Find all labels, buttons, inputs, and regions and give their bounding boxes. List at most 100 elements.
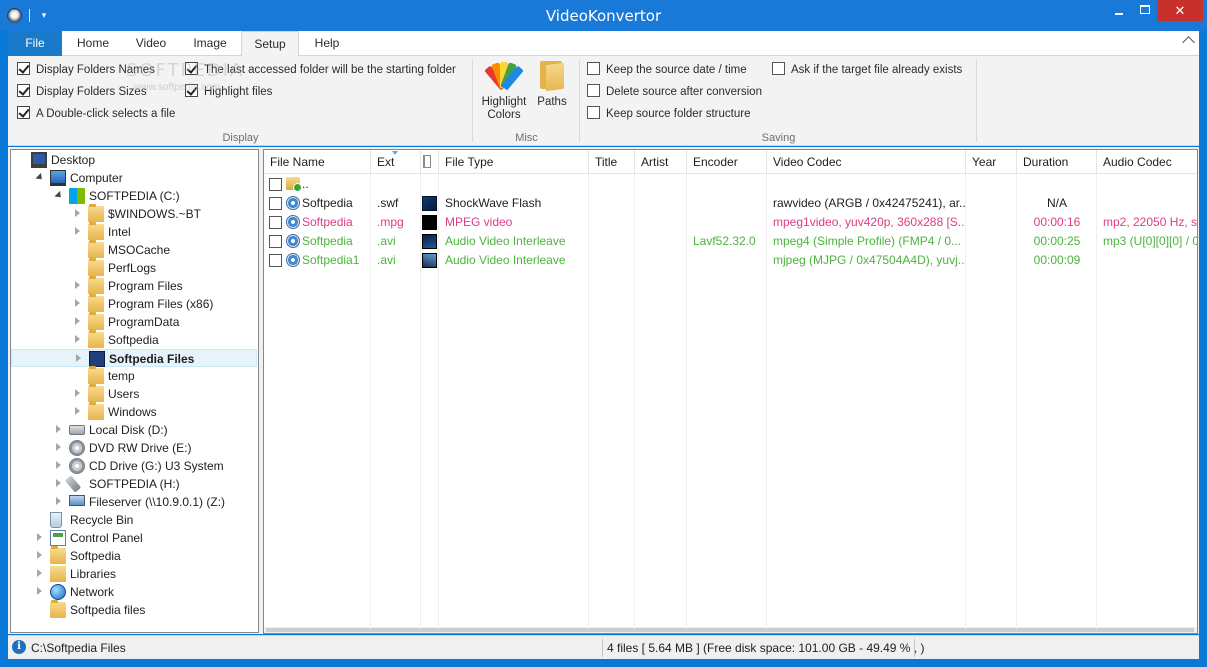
tree-item[interactable]: Softpedia Files xyxy=(11,349,257,367)
keep-source-date-checkbox[interactable]: Keep the source date / time xyxy=(587,62,747,78)
file-row[interactable]: Softpedia .avi Audio Video Interleave Lavf5… xyxy=(264,232,1197,251)
maximize-button[interactable] xyxy=(1132,0,1157,21)
checkbox-box[interactable] xyxy=(17,106,30,120)
ribbon-collapse-icon[interactable] xyxy=(1182,36,1195,49)
tree-item[interactable]: Fileserver (\\10.9.0.1) (Z:) xyxy=(11,493,257,511)
row-checkbox[interactable] xyxy=(269,235,282,248)
file-row[interactable]: Softpedia1 .avi Audio Video Interleave mjpe… xyxy=(264,251,1197,270)
tree-item[interactable]: PerfLogs xyxy=(11,258,257,277)
collapsed-arrow-icon[interactable] xyxy=(36,533,45,542)
parent-folder-row[interactable]: .. xyxy=(264,175,1197,194)
tree-item[interactable]: ProgramData xyxy=(11,312,257,331)
tree-item[interactable]: CD Drive (G:) U3 System xyxy=(11,457,257,475)
collapsed-arrow-icon[interactable] xyxy=(36,569,45,578)
file-list[interactable]: File Name Ext File Type Title Artist Enc… xyxy=(263,149,1198,634)
close-button[interactable]: ✕ xyxy=(1157,0,1203,21)
keep-folder-structure-checkbox[interactable]: Keep source folder structure xyxy=(587,106,750,122)
media-file-icon xyxy=(286,196,300,210)
tree-item[interactable]: Computer xyxy=(11,169,257,187)
row-checkbox[interactable] xyxy=(269,254,282,267)
softpedia-folder-icon xyxy=(89,351,105,367)
checkbox-box[interactable] xyxy=(17,62,30,76)
tree-item[interactable]: Desktop xyxy=(11,151,257,169)
row-checkbox[interactable] xyxy=(269,197,282,210)
collapsed-arrow-icon[interactable] xyxy=(74,389,83,398)
checkbox-box[interactable] xyxy=(772,62,785,76)
column-file-name[interactable]: File Name xyxy=(264,150,371,174)
tab-video[interactable]: Video xyxy=(130,31,172,56)
tree-item[interactable]: Program Files (x86) xyxy=(11,294,257,313)
column-artist[interactable]: Artist xyxy=(635,150,687,174)
tree-item[interactable]: Program Files xyxy=(11,276,257,295)
scrollbar-thumb[interactable] xyxy=(266,628,1194,632)
highlight-colors-button[interactable]: Highlight Colors xyxy=(477,58,531,122)
column-duration[interactable]: Duration xyxy=(1017,150,1097,174)
tree-item[interactable]: SOFTPEDIA (H:) xyxy=(11,475,257,493)
tree-item[interactable]: Softpedia files xyxy=(11,600,257,619)
collapsed-arrow-icon[interactable] xyxy=(55,461,64,470)
display-folders-sizes-checkbox[interactable]: Display Folders Sizes xyxy=(17,84,147,100)
tree-item[interactable]: DVD RW Drive (E:) xyxy=(11,439,257,457)
collapsed-arrow-icon[interactable] xyxy=(36,587,45,596)
collapsed-arrow-icon[interactable] xyxy=(74,281,83,290)
checkbox-box[interactable] xyxy=(587,106,600,120)
network-icon xyxy=(50,584,66,600)
tree-item[interactable]: Users xyxy=(11,384,257,403)
tab-help[interactable]: Help xyxy=(308,31,346,56)
collapsed-arrow-icon[interactable] xyxy=(55,497,64,506)
collapsed-arrow-icon[interactable] xyxy=(55,443,64,452)
delete-source-checkbox[interactable]: Delete source after conversion xyxy=(587,84,762,100)
column-year[interactable]: Year xyxy=(966,150,1017,174)
tree-item[interactable]: Network xyxy=(11,583,257,601)
tab-image[interactable]: Image xyxy=(188,31,232,56)
column-title[interactable]: Title xyxy=(589,150,635,174)
tree-item[interactable]: SOFTPEDIA (C:) xyxy=(11,187,257,205)
expanded-arrow-icon[interactable] xyxy=(55,191,64,200)
paths-button[interactable]: Paths xyxy=(531,58,573,109)
tree-item[interactable]: Recycle Bin xyxy=(11,511,257,529)
horizontal-scrollbar[interactable] xyxy=(264,627,1197,633)
checkbox-box[interactable] xyxy=(587,62,600,76)
column-encoder[interactable]: Encoder xyxy=(687,150,767,174)
collapsed-arrow-icon[interactable] xyxy=(74,335,83,344)
collapsed-arrow-icon[interactable] xyxy=(74,299,83,308)
double-click-selects-checkbox[interactable]: A Double-click selects a file xyxy=(17,106,175,122)
checkbox-box[interactable] xyxy=(587,84,600,98)
ask-if-exists-checkbox[interactable]: Ask if the target file already exists xyxy=(772,62,962,78)
tab-home[interactable]: Home xyxy=(70,31,116,56)
tab-file[interactable]: File xyxy=(8,31,62,56)
folder-tree[interactable]: Desktop Computer SOFTPEDIA (C:) $WINDOWS.~B… xyxy=(10,149,259,633)
collapsed-arrow-icon[interactable] xyxy=(55,479,64,488)
tree-item-label: SOFTPEDIA (C:) xyxy=(89,189,180,203)
column-video-codec[interactable]: Video Codec xyxy=(767,150,966,174)
collapsed-arrow-icon[interactable] xyxy=(74,317,83,326)
collapsed-arrow-icon[interactable] xyxy=(74,209,83,218)
file-row[interactable]: Softpedia .swf ShockWave Flash rawvideo (AR… xyxy=(264,194,1197,213)
tree-item[interactable]: Windows xyxy=(11,402,257,421)
column-audio-codec[interactable]: Audio Codec xyxy=(1097,150,1197,174)
tree-item[interactable]: Control Panel xyxy=(11,529,257,547)
tree-item[interactable]: temp xyxy=(11,366,257,385)
row-checkbox[interactable] xyxy=(269,178,282,191)
tab-setup[interactable]: Setup xyxy=(241,31,299,57)
collapsed-arrow-icon[interactable] xyxy=(74,227,83,236)
drive-icon xyxy=(69,425,85,435)
file-row[interactable]: Softpedia .mpg MPEG video mpeg1video, yuv42… xyxy=(264,213,1197,232)
collapsed-arrow-icon[interactable] xyxy=(55,425,64,434)
column-file-type[interactable]: File Type xyxy=(439,150,589,174)
tree-item[interactable]: MSOCache xyxy=(11,240,257,259)
expanded-arrow-icon[interactable] xyxy=(36,173,45,182)
tree-item[interactable]: Softpedia xyxy=(11,546,257,565)
minimize-button[interactable] xyxy=(1106,0,1132,21)
collapsed-arrow-icon[interactable] xyxy=(75,354,84,363)
tree-item[interactable]: Intel xyxy=(11,222,257,241)
tree-item[interactable]: $WINDOWS.~BT xyxy=(11,204,257,223)
row-checkbox[interactable] xyxy=(269,216,282,229)
tree-item-label: SOFTPEDIA (H:) xyxy=(89,477,180,491)
collapsed-arrow-icon[interactable] xyxy=(36,551,45,560)
tree-item[interactable]: Softpedia xyxy=(11,330,257,349)
collapsed-arrow-icon[interactable] xyxy=(74,407,83,416)
tree-item[interactable]: Libraries xyxy=(11,565,257,583)
tree-item[interactable]: Local Disk (D:) xyxy=(11,421,257,439)
checkbox-box[interactable] xyxy=(17,84,30,98)
